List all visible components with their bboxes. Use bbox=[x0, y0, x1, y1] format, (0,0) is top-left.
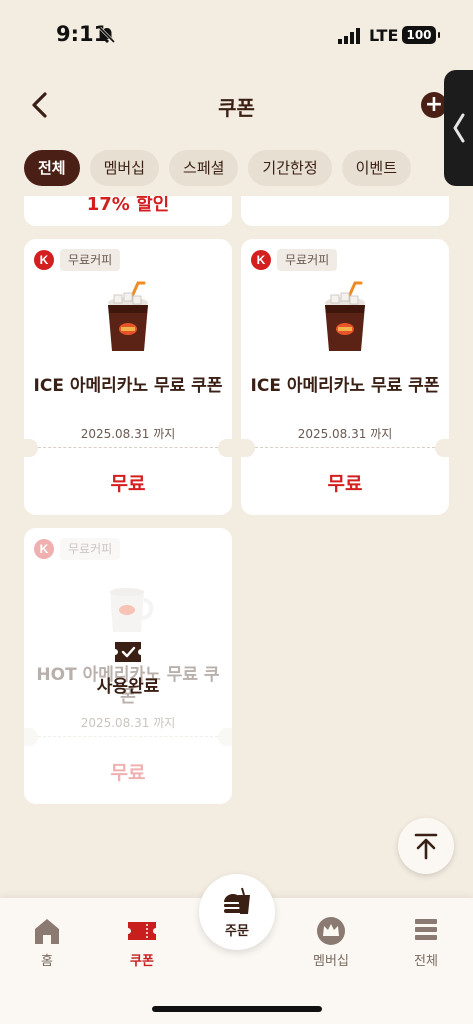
coupon-ticket-icon bbox=[128, 922, 156, 940]
nav-home[interactable]: 홈 bbox=[17, 916, 77, 969]
nav-all-menu[interactable]: 전체 bbox=[396, 916, 456, 969]
iced-coffee-icon bbox=[325, 281, 365, 351]
brand-logo: K bbox=[34, 250, 54, 270]
nav-membership-label: 멤버십 bbox=[313, 954, 349, 969]
silent-bell-icon bbox=[98, 26, 116, 44]
coupon-category-badge: 무료커피 bbox=[277, 249, 338, 271]
side-handle[interactable] bbox=[444, 70, 473, 186]
iced-coffee-icon bbox=[108, 281, 148, 351]
coupon-card-partial[interactable]: 17% 할인 bbox=[24, 196, 232, 226]
coupon-price: 무료 bbox=[110, 473, 146, 495]
page-title: 쿠폰 bbox=[218, 96, 255, 120]
bottom-navigation: 홈 쿠폰 주문 멤버십 전체 bbox=[0, 874, 473, 1024]
nav-membership[interactable]: 멤버십 bbox=[301, 916, 361, 969]
coupon-divider bbox=[24, 728, 232, 746]
nav-coupon-label: 쿠폰 bbox=[130, 954, 154, 969]
network-type: LTE bbox=[369, 26, 399, 45]
tab-limited[interactable]: 기간한정 bbox=[248, 150, 332, 186]
coupon-category-badge: 무료커피 bbox=[60, 249, 121, 271]
nav-order-label: 주문 bbox=[225, 924, 249, 939]
coupon-category-badge: 무료커피 bbox=[60, 538, 121, 560]
signal-icon bbox=[338, 28, 360, 44]
nav-coupon[interactable]: 쿠폰 bbox=[112, 916, 172, 969]
crown-icon bbox=[317, 917, 345, 945]
home-icon bbox=[35, 919, 59, 944]
tab-special[interactable]: 스페셜 bbox=[169, 150, 239, 186]
coupon-divider bbox=[24, 439, 232, 457]
coupon-name: ICE 아메리카노 무료 쿠폰 bbox=[33, 376, 223, 396]
tab-all[interactable]: 전체 bbox=[24, 150, 80, 186]
coupon-price: 무료 bbox=[327, 473, 363, 495]
battery-icon: 100 bbox=[402, 26, 440, 44]
tab-membership[interactable]: 멤버십 bbox=[89, 150, 160, 186]
hot-coffee-icon bbox=[110, 588, 154, 632]
coupon-name: ICE 아메리카노 무료 쿠폰 bbox=[250, 376, 440, 396]
burger-drink-icon bbox=[224, 887, 250, 914]
nav-home-label: 홈 bbox=[41, 954, 53, 969]
coupon-price: 무료 bbox=[110, 762, 146, 784]
menu-stack-icon bbox=[415, 919, 437, 940]
arrow-up-icon bbox=[414, 833, 438, 860]
nav-all-label: 전체 bbox=[414, 954, 438, 969]
scroll-to-top-button[interactable] bbox=[398, 818, 454, 874]
status-bar: 9:11 LTE 100 bbox=[0, 0, 473, 70]
tab-event[interactable]: 이벤트 bbox=[341, 150, 412, 186]
coupon-divider bbox=[241, 439, 449, 457]
coupon-card[interactable]: K 무료커피 ICE 아메리카노 무료 쿠폰 2025.08.31 까지 무료 bbox=[241, 239, 449, 515]
coupon-card-used[interactable]: K 무료커피 HOT 아메리카노 무료 쿠폰 2025.08.31 까지 무료 … bbox=[24, 528, 232, 804]
brand-logo: K bbox=[251, 250, 271, 270]
brand-logo: K bbox=[34, 539, 54, 559]
coupon-category-tabs: 전체 멤버십 스페셜 기간한정 이벤트 bbox=[24, 150, 412, 186]
coupon-discount: 17% 할인 bbox=[86, 196, 170, 215]
nav-order-button[interactable]: 주문 bbox=[199, 874, 275, 950]
home-indicator bbox=[152, 1006, 322, 1012]
coupon-used-label: 사용완료 bbox=[96, 677, 160, 697]
coupon-list[interactable]: 17% 할인 K 무료커피 ICE 아메리카노 무료 쿠폰 2025.08.31… bbox=[0, 196, 473, 896]
coupon-card-partial[interactable] bbox=[241, 196, 449, 226]
coupon-card[interactable]: K 무료커피 ICE 아메리카노 무료 쿠폰 2025.08.31 까지 무료 bbox=[24, 239, 232, 515]
ticket-check-icon bbox=[115, 642, 141, 662]
chevron-left-icon bbox=[453, 113, 465, 143]
